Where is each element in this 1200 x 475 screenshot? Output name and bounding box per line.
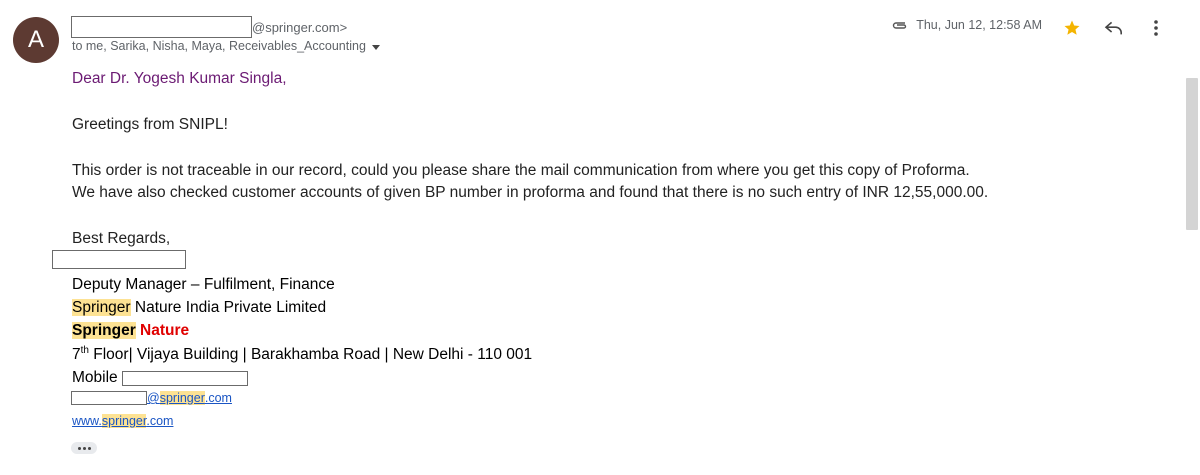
message-meta: Thu, Jun 12, 12:58 AM xyxy=(890,18,1042,32)
recipients-line: to me, Sarika, Nisha, Maya, Receivables_… xyxy=(72,39,380,53)
web-tld: .com xyxy=(146,414,174,428)
recipients-text: to me, Sarika, Nisha, Maya, Receivables_… xyxy=(72,39,366,53)
salutation: Dear Dr. Yogesh Kumar Singla, xyxy=(72,70,287,87)
signature-email-link[interactable]: @ springer .com xyxy=(71,391,232,405)
chevron-down-icon[interactable] xyxy=(371,44,380,50)
paperclip-icon xyxy=(890,19,908,31)
signature-mobile: Mobile xyxy=(72,369,248,387)
avatar-letter: A xyxy=(27,26,44,53)
star-icon[interactable] xyxy=(1061,17,1083,39)
redacted-sender-name xyxy=(71,16,252,38)
signature-company: Springer Nature India Private Limited xyxy=(72,299,326,317)
email-tld: .com xyxy=(204,391,232,405)
paragraph-line-1: This order is not traceable in our recor… xyxy=(72,162,970,179)
redacted-email-user xyxy=(71,391,147,405)
more-vert-icon[interactable] xyxy=(1145,17,1167,39)
reply-icon[interactable] xyxy=(1103,17,1125,39)
redacted-mobile-number xyxy=(121,370,248,386)
web-prefix: www. xyxy=(72,414,102,428)
brand-nature: Nature xyxy=(135,322,190,339)
message-timestamp: Thu, Jun 12, 12:58 AM xyxy=(916,18,1042,32)
company-rest: Nature India Private Limited xyxy=(130,299,327,316)
sender-address: @springer.com> xyxy=(71,16,347,38)
paragraph-line-2: We have also checked customer accounts o… xyxy=(72,184,989,201)
email-at: @ xyxy=(147,391,160,405)
mobile-label: Mobile xyxy=(72,369,118,386)
signature-title: Deputy Manager – Fulfilment, Finance xyxy=(72,276,335,293)
show-trimmed-content-button[interactable] xyxy=(71,442,97,454)
sender-email-suffix: @springer.com> xyxy=(252,19,348,35)
company-highlight: Springer xyxy=(72,299,131,316)
dot-icon xyxy=(87,446,91,450)
signature-address: 7th Floor| Vijaya Building | Barakhamba … xyxy=(72,345,532,364)
dot-icon xyxy=(77,446,81,450)
signature-website-link[interactable]: www.springer.com xyxy=(72,412,173,430)
address-floor: 7 xyxy=(72,346,81,364)
sender-avatar[interactable]: A xyxy=(13,17,59,63)
dot-icon xyxy=(82,446,86,450)
address-rest: Floor| Vijaya Building | Barakhamba Road… xyxy=(88,346,533,364)
closing: Best Regards, xyxy=(72,230,171,247)
redacted-signature-name xyxy=(52,250,186,269)
brand-highlight: Springer xyxy=(72,322,136,339)
greeting: Greetings from SNIPL! xyxy=(72,116,228,133)
scrollbar-thumb[interactable] xyxy=(1186,78,1198,230)
email-domain-highlight: springer xyxy=(159,391,205,405)
address-ordinal: th xyxy=(80,345,89,356)
signature-brand: Springer Nature xyxy=(72,322,189,340)
web-domain-highlight: springer xyxy=(101,414,147,428)
